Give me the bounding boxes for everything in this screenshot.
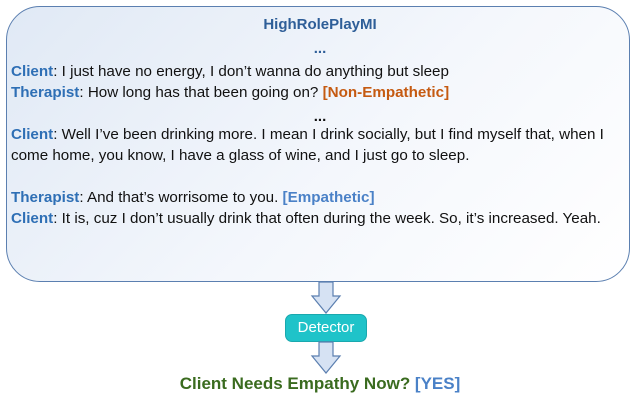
speaker-label: Therapist — [11, 189, 80, 206]
non-empathetic-tag: [Non-Empathetic] — [322, 84, 450, 101]
speaker-label: Therapist — [11, 84, 80, 101]
utterance-text: How long has that been going on? — [87, 84, 323, 101]
dialogue-line-2: Therapist: How long has that been going … — [11, 82, 623, 103]
dialogue-title: HighRolePlayMI — [263, 16, 377, 33]
detector-box: Detector — [285, 314, 367, 342]
speaker-separator: : — [53, 63, 62, 80]
ellipsis-top: ... — [313, 40, 327, 57]
speaker-label: Client — [11, 210, 54, 227]
speaker-label: Client — [11, 63, 54, 80]
utterance-text: Well I’ve been drinking more. I mean I d… — [11, 126, 604, 164]
dialogue-line-1: Client: I just have no energy, I don’t w… — [11, 61, 623, 82]
speaker-separator: : — [79, 84, 88, 101]
speaker-label: Client — [11, 126, 54, 143]
utterance-text: It is, cuz I don’t usually drink that of… — [61, 210, 601, 227]
utterance-text: I just have no energy, I don’t wanna do … — [61, 63, 449, 80]
speaker-separator: : — [79, 189, 87, 206]
utterance-text: And that’s worrisome to you. — [86, 189, 283, 206]
dialogue-line-5: Client: It is, cuz I don’t usually drink… — [11, 208, 623, 229]
dialogue-line-4: Therapist: And that’s worrisome to you. … — [11, 187, 623, 208]
dialogue-line-3: Client: Well I’ve been drinking more. I … — [11, 124, 623, 166]
empathetic-tag: [Empathetic] — [282, 189, 375, 206]
speaker-separator: : — [53, 210, 62, 227]
result-question: Client Needs Empathy Now? — [179, 374, 415, 393]
down-arrow-icon — [310, 281, 342, 314]
down-arrow-icon — [310, 341, 342, 374]
result-text: Client Needs Empathy Now? [YES] — [0, 374, 640, 394]
ellipsis-mid: ... — [313, 108, 327, 125]
speaker-separator: : — [53, 126, 62, 143]
result-answer: [YES] — [414, 374, 461, 393]
